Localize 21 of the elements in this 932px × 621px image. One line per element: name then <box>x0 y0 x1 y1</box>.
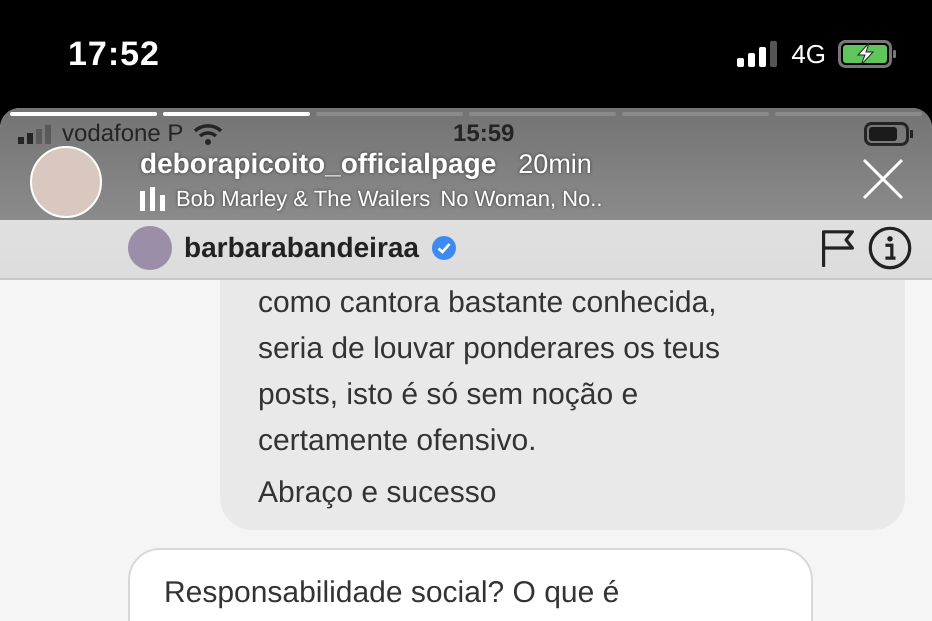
info-icon[interactable] <box>868 226 912 270</box>
music-artist[interactable]: Bob Marley & The Wailers <box>176 186 430 212</box>
carrier-label: vodafone P <box>62 120 184 148</box>
signal-icon <box>737 41 780 67</box>
wifi-icon <box>193 123 224 145</box>
story-time: 20min <box>518 149 592 180</box>
avatar[interactable] <box>128 226 172 270</box>
close-icon[interactable] <box>862 158 904 200</box>
network-label: 4G <box>791 38 826 70</box>
flag-icon[interactable] <box>820 228 856 268</box>
music-bars-icon <box>140 187 166 211</box>
chat-username[interactable]: barbarabandeiraa <box>184 232 419 264</box>
clock-time: 15:59 <box>452 120 516 148</box>
message-text: Responsabilidade social? O que é <box>164 575 620 611</box>
battery-icon <box>864 122 914 146</box>
music-song[interactable]: No Woman, No.. <box>440 186 603 212</box>
clock-time: 17:52 <box>68 34 160 74</box>
message-text: como cantora bastante conhecida, seria de louvar ponderares os teus posts, isto é só sem noção e certamente ofensivo. <box>258 285 721 459</box>
message-text: Abraço e sucesso <box>258 475 498 511</box>
story-username[interactable]: deborapicoito_officialpage <box>140 148 496 180</box>
signal-icon <box>18 124 52 144</box>
